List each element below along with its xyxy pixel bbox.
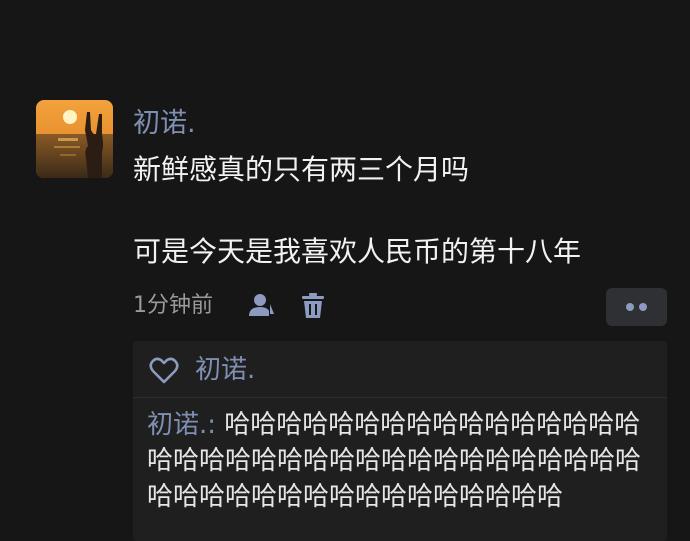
avatar[interactable]	[36, 100, 113, 178]
more-dots-icon	[639, 303, 647, 311]
post-username[interactable]: 初诺.	[133, 106, 196, 142]
post-timestamp: 1分钟前	[133, 293, 213, 318]
heart-icon	[149, 357, 179, 385]
reply-comment[interactable]: 初诺.: 哈哈哈哈哈哈哈哈哈哈哈哈哈哈哈哈哈哈哈哈哈哈哈哈哈哈哈哈哈哈哈哈哈哈哈…	[147, 407, 647, 515]
divider	[133, 397, 667, 398]
user-icon[interactable]	[247, 292, 277, 320]
reply-text: 哈哈哈哈哈哈哈哈哈哈哈哈哈哈哈哈哈哈哈哈哈哈哈哈哈哈哈哈哈哈哈哈哈哈哈哈哈哈哈哈…	[147, 410, 642, 512]
more-button[interactable]	[606, 288, 667, 326]
like-username[interactable]: 初诺.	[195, 353, 255, 387]
more-dots-icon	[626, 303, 634, 311]
comment-panel: 初诺. 初诺.: 哈哈哈哈哈哈哈哈哈哈哈哈哈哈哈哈哈哈哈哈哈哈哈哈哈哈哈哈哈哈哈…	[133, 341, 667, 541]
post-text-line: 新鲜感真的只有两三个月吗	[133, 153, 470, 186]
post-text-line: 可是今天是我喜欢人民币的第十八年	[133, 235, 582, 268]
trash-icon[interactable]	[300, 292, 326, 320]
reply-author[interactable]: 初诺.:	[147, 410, 216, 440]
